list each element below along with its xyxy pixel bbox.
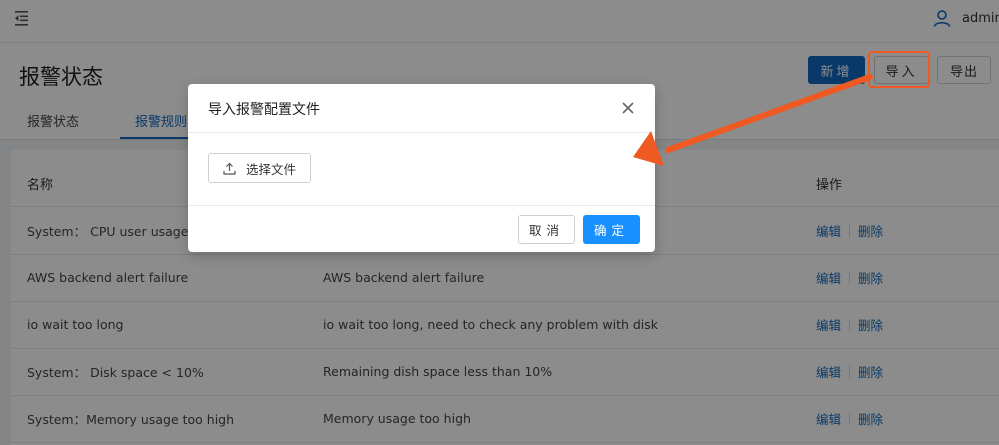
modal-title: 导入报警配置文件 bbox=[208, 102, 320, 118]
confirm-button[interactable]: 确定 bbox=[583, 215, 640, 244]
upload-icon bbox=[223, 162, 236, 175]
cancel-button[interactable]: 取消 bbox=[518, 215, 575, 244]
select-file-button[interactable]: 选择文件 bbox=[208, 153, 311, 183]
import-highlight-box bbox=[868, 51, 930, 88]
modal-footer: 取消 确定 bbox=[188, 205, 655, 253]
select-file-label: 选择文件 bbox=[246, 161, 297, 177]
close-icon[interactable] bbox=[621, 101, 635, 115]
modal-header: 导入报警配置文件 bbox=[188, 84, 655, 133]
import-modal: 导入报警配置文件 选择文件 取消 确定 bbox=[188, 84, 655, 252]
